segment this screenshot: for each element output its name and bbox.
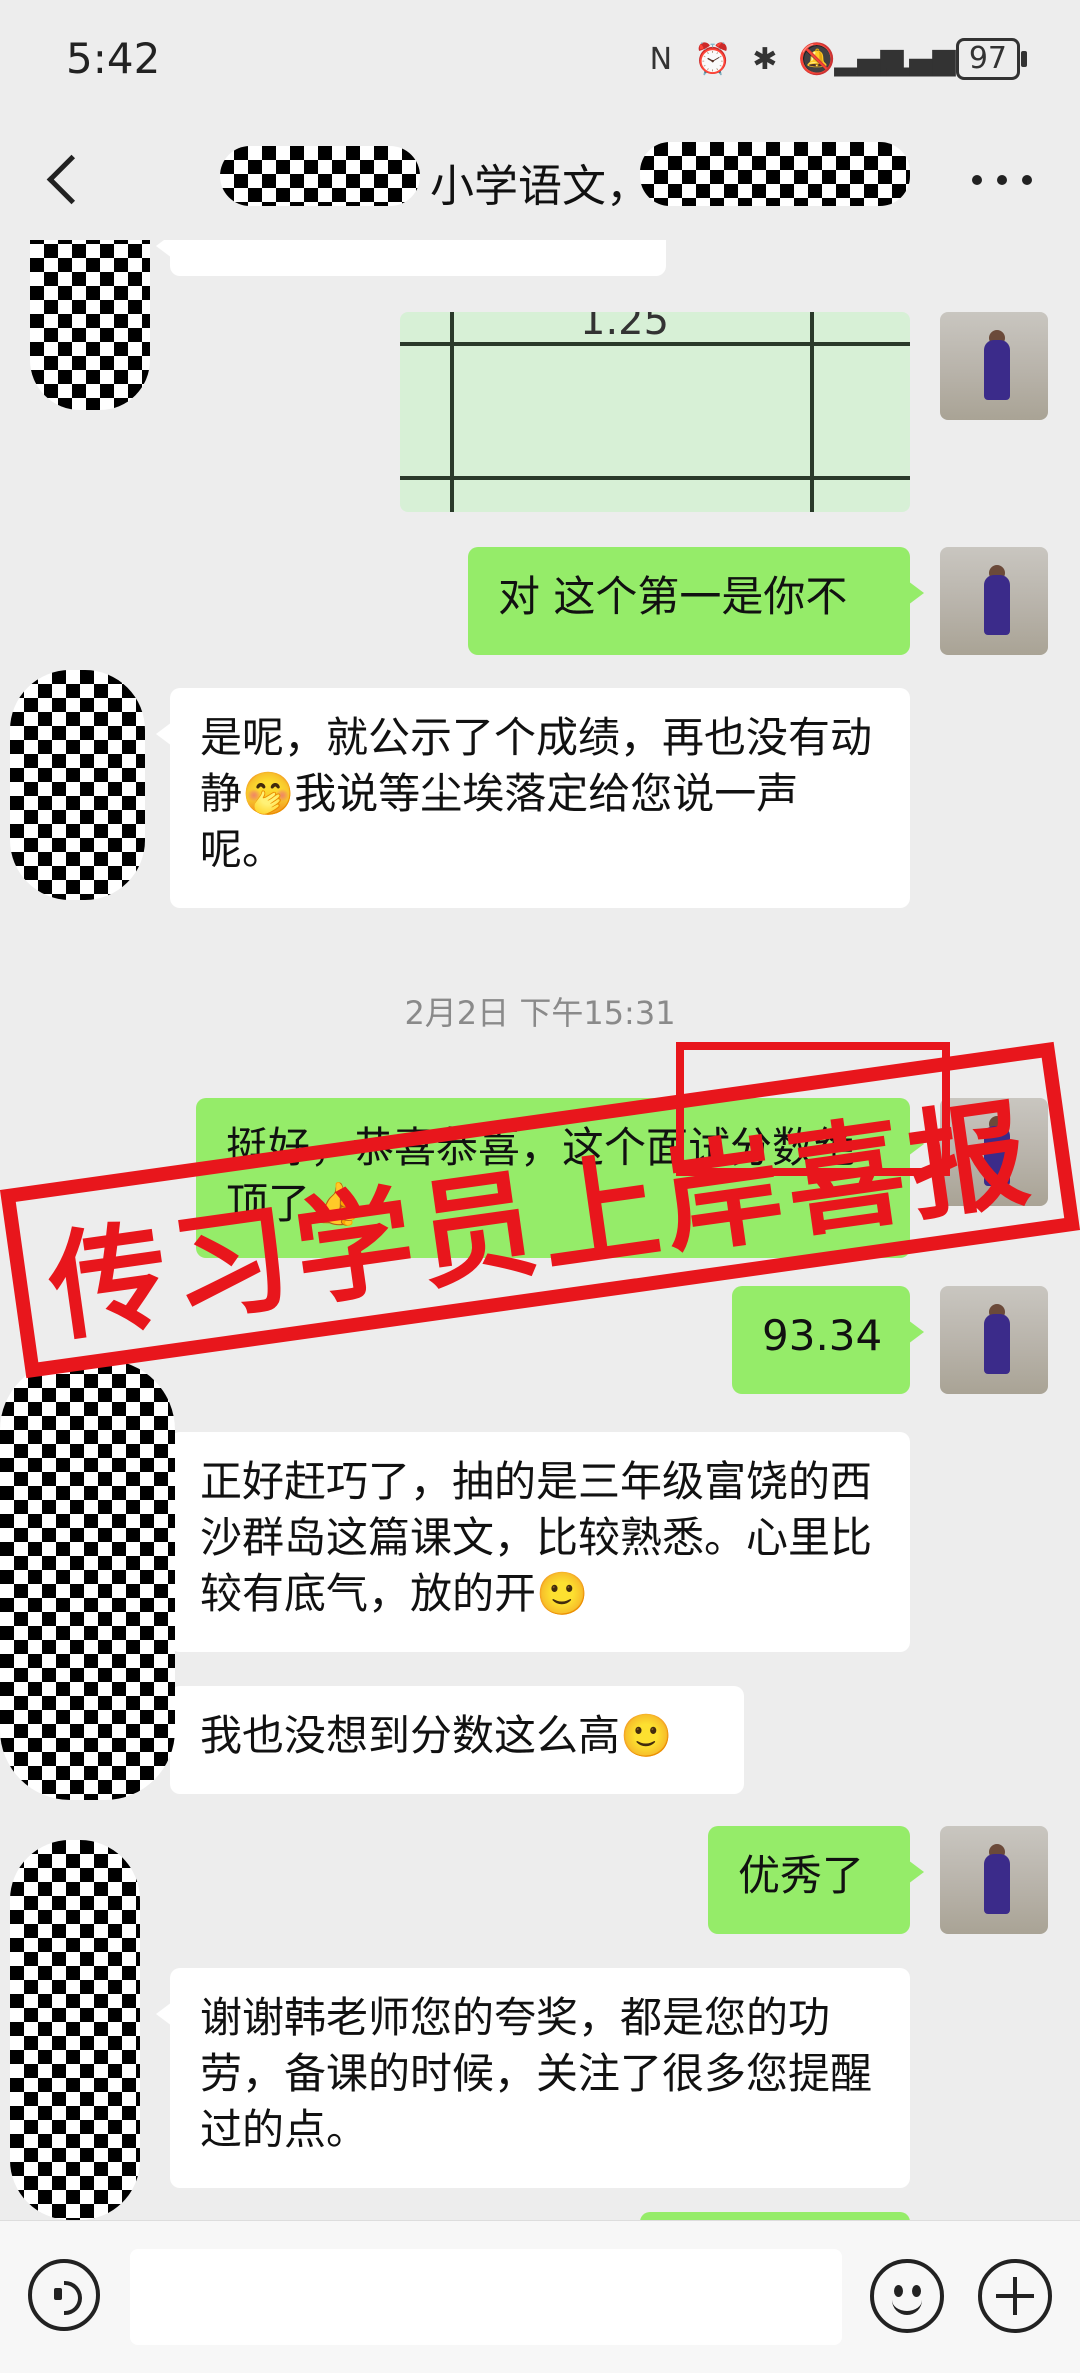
more-icon[interactable] [972, 170, 1032, 190]
status-bar: 5:42 N ⏰ ✱ 🔕 ▂▄▆ ▂▄▆ 97 [0, 0, 1080, 120]
voice-icon[interactable] [28, 2259, 100, 2331]
image-message-text: 1.25 [580, 312, 670, 344]
score-highlight-box [676, 1042, 950, 1176]
message-bubble: 我也没想到分数这么高🙂 [156, 1686, 744, 1794]
signal-icon: ▂▄▆ [834, 41, 904, 77]
message-bubble: 正好赶巧了，抽的是三年级富饶的西沙群岛这篇课文，比较熟悉。心里比较有底气，放的开… [156, 1432, 910, 1652]
message-bubble-partial [156, 240, 666, 276]
battery-indicator: 97 [955, 38, 1028, 80]
status-time: 5:42 [66, 34, 161, 83]
signal-icon-2: ▂▄▆ [886, 41, 956, 77]
mute-icon: 🔕 [798, 41, 836, 77]
redacted-avatar [30, 240, 150, 410]
message-input[interactable] [130, 2249, 842, 2345]
redaction-title-right [640, 142, 910, 206]
redacted-avatar [10, 1840, 140, 2220]
redaction-title-left [220, 146, 420, 206]
avatar[interactable] [940, 312, 1048, 420]
message-text: 93.34 [762, 1311, 883, 1360]
message-text: 正好赶巧了，抽的是三年级富饶的西沙群岛这篇课文，比较熟悉。心里比较有底气，放的开… [200, 1457, 873, 1618]
message-bubble: 对 这个第一是你不 [468, 547, 924, 655]
message-timestamp: 2月2日 下午15:31 [404, 994, 676, 1032]
chat-title: 小学语文， [430, 161, 650, 212]
message-bubble-partial [640, 2212, 910, 2220]
alarm-icon: ⏰ [694, 41, 732, 77]
avatar[interactable] [940, 1286, 1048, 1394]
status-icons: N ⏰ ✱ 🔕 ▂▄▆ ▂▄▆ 97 [644, 38, 1028, 80]
message-text: 对 这个第一是你不 [498, 572, 848, 621]
message-bubble: 谢谢韩老师您的夸奖，都是您的功劳，备课的时候，关注了很多您提醒过的点。 [156, 1968, 910, 2188]
nfc-icon: N [649, 41, 673, 77]
input-bar [0, 2220, 1080, 2373]
redacted-avatar [10, 670, 145, 900]
message-text: 谢谢韩老师您的夸奖，都是您的功劳，备课的时候，关注了很多您提醒过的点。 [200, 1993, 873, 2154]
message-text: 是呢，就公示了个成绩，再也没有动静🤭我说等尘埃落定给您说一声呢。 [200, 713, 873, 874]
image-message[interactable]: 1.25 [400, 312, 910, 512]
chat-header: 小学语文， [0, 120, 1080, 240]
message-text: 优秀了 [738, 1851, 865, 1900]
message-bubble: 优秀了 [708, 1826, 924, 1934]
plus-icon[interactable] [978, 2259, 1052, 2333]
message-bubble: 是呢，就公示了个成绩，再也没有动静🤭我说等尘埃落定给您说一声呢。 [156, 688, 910, 908]
avatar[interactable] [940, 1826, 1048, 1934]
redacted-avatar [0, 1360, 175, 1800]
message-bubble: 93.34 [732, 1286, 924, 1394]
message-text: 我也没想到分数这么高🙂 [200, 1711, 673, 1760]
bluetooth-icon: ✱ [752, 41, 778, 77]
avatar[interactable] [940, 547, 1048, 655]
emoji-icon[interactable] [870, 2259, 944, 2333]
